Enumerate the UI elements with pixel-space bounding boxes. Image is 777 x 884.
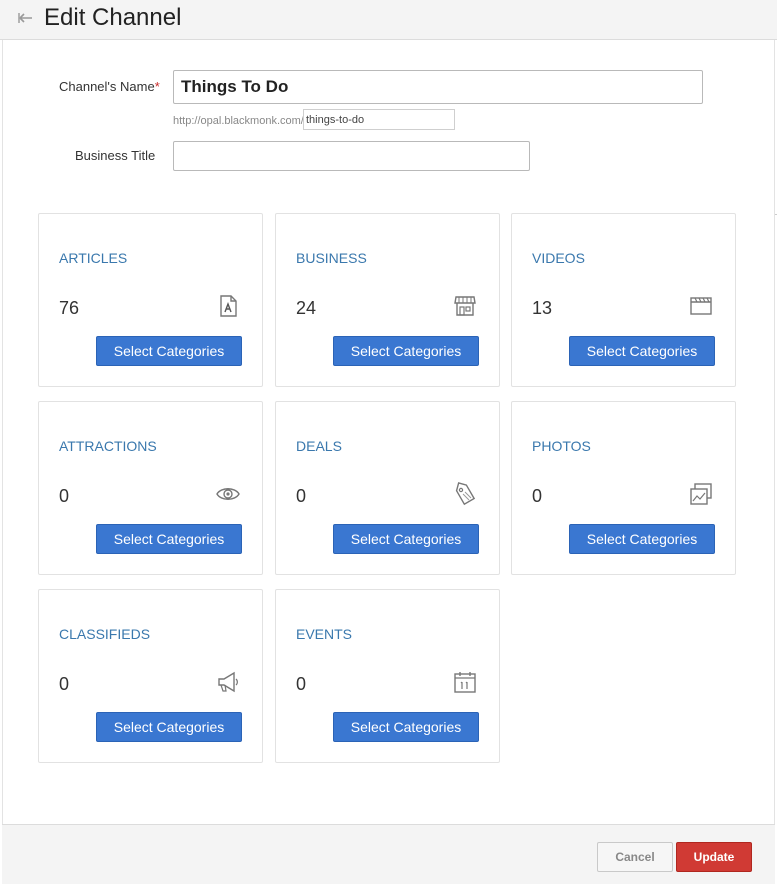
megaphone-icon [216,670,240,694]
card-count: 24 [296,298,317,318]
channel-card-deals: DEALS 0 Select Categories [275,401,500,575]
storefront-icon [453,294,477,318]
select-categories-button[interactable]: Select Categories [569,336,715,366]
card-title: VIDEOS [532,250,585,266]
business-title-label: Business Title [75,148,156,163]
card-title: PHOTOS [532,438,591,454]
card-count: 0 [296,486,307,506]
select-categories-button[interactable]: Select Categories [333,336,479,366]
select-categories-button[interactable]: Select Categories [333,524,479,554]
card-title: CLASSIFIEDS [59,626,151,642]
channel-card-events: EVENTS 0 Select Categories [275,589,500,763]
channel-name-input[interactable] [173,70,703,104]
required-mark: * [154,79,160,94]
select-categories-button[interactable]: Select Categories [96,712,242,742]
card-title: ATTRACTIONS [59,438,157,454]
channel-card-videos: VIDEOS 13 Select Categories [511,213,736,387]
calendar-icon [453,670,477,694]
channel-name-label: Channel's Name* [59,79,160,94]
card-count: 13 [532,298,553,318]
slug-input[interactable] [303,109,455,130]
card-count: 76 [59,298,80,318]
page-title: Edit Channel [44,4,182,31]
select-categories-button[interactable]: Select Categories [96,524,242,554]
channel-card-photos: PHOTOS 0 Select Categories [511,401,736,575]
card-title: DEALS [296,438,342,454]
photos-icon [689,482,713,506]
channel-card-attractions: ATTRACTIONS 0 Select Categories [38,401,263,575]
cancel-button[interactable]: Cancel [597,842,673,872]
channel-card-business: BUSINESS 24 Select Categories [275,213,500,387]
tag-icon [453,482,477,506]
clapperboard-icon [689,294,713,318]
channel-card-classifieds: CLASSIFIEDS 0 Select Categories [38,589,263,763]
card-count: 0 [59,674,70,694]
channel-card-articles: ARTICLES 76 Select Categories [38,213,263,387]
channel-name-label-text: Channel's Name [59,79,155,94]
card-count: 0 [532,486,543,506]
select-categories-button[interactable]: Select Categories [96,336,242,366]
card-title: BUSINESS [296,250,367,266]
update-button[interactable]: Update [676,842,752,872]
card-title: ARTICLES [59,250,128,266]
eye-icon [216,482,240,506]
article-icon [216,294,240,318]
page-header: Edit Channel [0,0,777,40]
back-arrow-icon[interactable] [18,10,34,26]
card-count: 0 [59,486,70,506]
url-prefix: http://opal.blackmonk.com/ [173,115,304,127]
select-categories-button[interactable]: Select Categories [569,524,715,554]
select-categories-button[interactable]: Select Categories [333,712,479,742]
card-count: 0 [296,674,307,694]
business-title-input[interactable] [173,141,530,171]
card-title: EVENTS [296,626,353,642]
